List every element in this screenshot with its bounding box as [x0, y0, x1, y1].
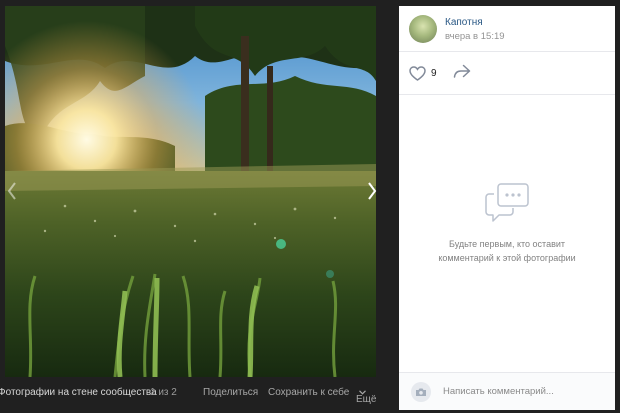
- speech-bubble-icon: [485, 183, 529, 222]
- photo-bottom-bar: Фотографии на стене сообщества 1 из 2 По…: [0, 380, 396, 406]
- photo-counter: 1 из 2: [150, 387, 177, 398]
- photo-viewer: Фотографии на стене сообщества 1 из 2 По…: [0, 0, 620, 413]
- heart-icon: [409, 65, 426, 81]
- photo-image: [5, 6, 376, 377]
- empty-comments-text: Будьте первым, кто оставит комментарий к…: [399, 237, 615, 265]
- chevron-left-icon: [7, 182, 16, 200]
- empty-comments-line-2: комментарий к этой фотографии: [438, 253, 576, 263]
- like-button[interactable]: 9: [409, 64, 437, 82]
- avatar[interactable]: [409, 15, 437, 43]
- next-photo-button[interactable]: [362, 176, 382, 206]
- camera-icon: [416, 388, 426, 396]
- album-link[interactable]: Фотографии на стене сообщества: [0, 387, 157, 398]
- share-arrow-icon: [453, 64, 471, 78]
- comment-composer: [399, 372, 615, 410]
- post-date[interactable]: вчера в 15:19: [445, 31, 505, 42]
- empty-comments-placeholder: Будьте первым, кто оставит комментарий к…: [399, 182, 615, 265]
- empty-comments-line-1: Будьте первым, кто оставит: [448, 239, 566, 249]
- like-count: 9: [431, 67, 437, 79]
- author-name[interactable]: Капотня: [445, 17, 483, 28]
- previous-photo-button[interactable]: [2, 176, 22, 206]
- attach-photo-button[interactable]: [411, 382, 431, 402]
- photo[interactable]: [5, 6, 376, 377]
- comment-input[interactable]: [439, 381, 615, 401]
- post-actions: 9: [399, 52, 615, 95]
- post-header: Капотня вчера в 15:19: [399, 6, 615, 52]
- more-label: Ещё: [356, 394, 377, 405]
- share-link[interactable]: Поделиться: [203, 387, 258, 398]
- photo-info-panel: Капотня вчера в 15:19 9 Будьте первым, к…: [399, 6, 615, 410]
- more-menu-button[interactable]: Ещё: [356, 387, 376, 405]
- chevron-right-icon: [368, 182, 377, 200]
- save-to-my-photos-link[interactable]: Сохранить к себе: [268, 387, 349, 398]
- share-button[interactable]: [453, 64, 471, 84]
